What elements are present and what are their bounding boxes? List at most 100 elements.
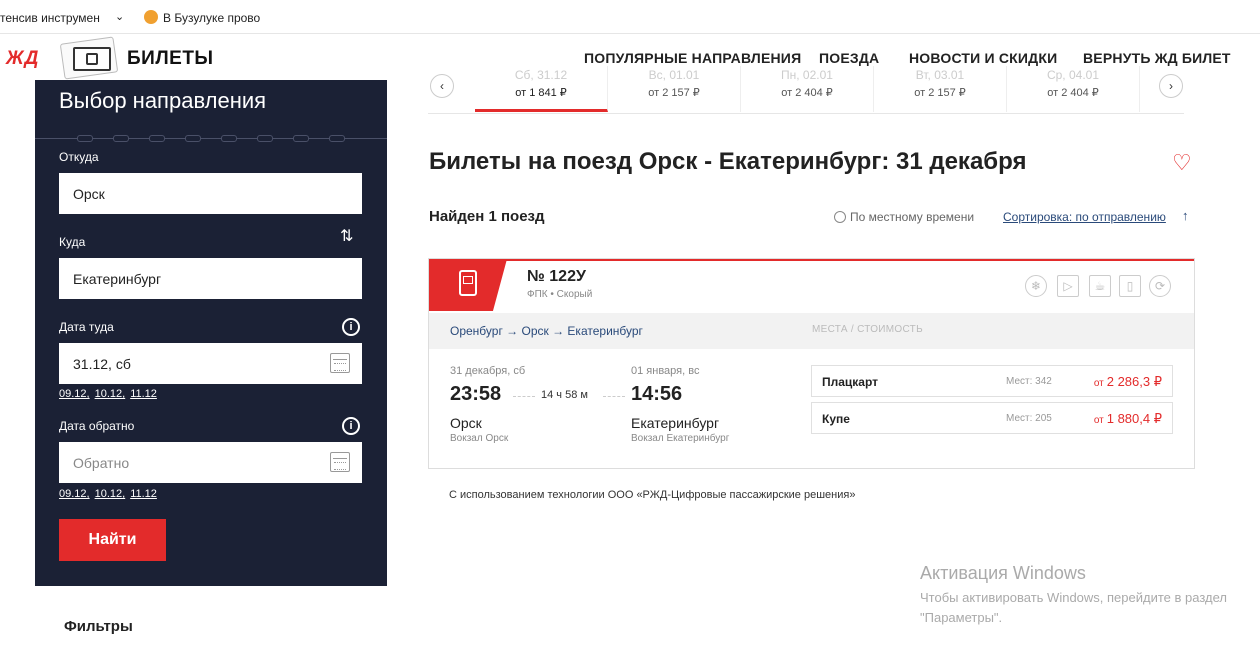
sort-link[interactable]: Сортировка: по отправлению	[1003, 210, 1166, 224]
page-title: Билеты на поезд Орск - Екатеринбург: 31 …	[429, 148, 1027, 175]
divider	[513, 396, 535, 397]
seat-option-platzkart[interactable]: Плацкарт Мест: 342 от 2 286,3 ₽	[811, 365, 1173, 397]
departure-date: 31 декабря, сб	[450, 365, 526, 377]
heart-icon[interactable]: ♡	[1172, 150, 1192, 176]
date-tab[interactable]: Вт, 03.01 от 2 157 ₽	[874, 66, 1007, 112]
info-icon[interactable]: i	[342, 318, 360, 336]
date-tab[interactable]: Вс, 01.01 от 2 157 ₽	[608, 66, 741, 112]
info-icon[interactable]: i	[342, 417, 360, 435]
price-from: от	[1093, 415, 1104, 426]
seat-price-box: от 2 286,3 ₽	[1094, 374, 1162, 390]
route-text[interactable]: Оренбург → Орск → Екатеринбург	[450, 324, 643, 338]
date-tab-day: Ср, 04.01	[1046, 68, 1100, 82]
date-tab-day: Сб, 31.12	[514, 68, 568, 82]
quick-date-link[interactable]: 10.12,	[95, 388, 126, 400]
to-label: Куда	[59, 235, 86, 249]
date-there-label: Дата туда	[59, 320, 114, 334]
transfer-icon: ⟳	[1149, 275, 1171, 297]
climate-icon: ❄	[1025, 275, 1047, 297]
next-arrow-icon[interactable]: ›	[1159, 74, 1183, 98]
date-tab-price: от 2 157 ₽	[914, 87, 966, 99]
arrival-time: 14:56	[631, 383, 683, 405]
favicon-icon	[144, 10, 158, 24]
date-tab[interactable]: Сб, 31.12 от 1 841 ₽	[475, 66, 608, 112]
date-there-input[interactable]: 31.12, сб	[59, 343, 362, 384]
sort-arrow-icon[interactable]: ↑	[1182, 208, 1189, 223]
dates-carousel: ‹ Сб, 31.12 от 1 841 ₽ Вс, 01.01 от 2 15…	[428, 66, 1184, 114]
clock-icon	[834, 211, 846, 223]
sidebar-title: Выбор направления	[59, 88, 267, 113]
bookmarks-bar: тенсив инструмен ⌄ В Бузулуке прово	[0, 0, 1260, 34]
luggage-icon: ▯	[1119, 275, 1141, 297]
date-there-value: 31.12, сб	[73, 355, 131, 372]
seat-count: Мест: 342	[1006, 376, 1052, 387]
nav-popular[interactable]: ПОПУЛЯРНЫЕ НАПРАВЛЕНИЯ	[584, 50, 801, 66]
bookmark-item[interactable]: В Бузулуке прово	[163, 11, 260, 25]
found-count: Найден 1 поезд	[429, 208, 545, 225]
bookmark-item[interactable]: тенсив инструмен	[0, 11, 100, 25]
price-from: от	[1093, 378, 1104, 389]
chevron-down-icon[interactable]: ⌄	[115, 10, 124, 23]
logo-text[interactable]: БИЛЕТЫ	[127, 48, 214, 70]
arrival-city: Екатеринбург	[631, 415, 720, 431]
date-back-label: Дата обратно	[59, 419, 135, 433]
train-card: № 122У ФПК • Скорый ❄ ▷ ☕ ▯ ⟳ Оренбург →…	[428, 258, 1195, 469]
date-tab-day: Пн, 02.01	[781, 68, 833, 82]
divider-notch	[77, 135, 93, 142]
quick-date-link[interactable]: 09.12,	[59, 488, 90, 500]
from-input[interactable]: Орск	[59, 173, 362, 214]
date-tab-price: от 2 157 ₽	[648, 87, 700, 99]
seat-price-box: от 1 880,4 ₽	[1094, 411, 1162, 427]
departure-city: Орск	[450, 415, 482, 431]
date-back-input[interactable]: Обратно	[59, 442, 362, 483]
quick-date-link[interactable]: 10.12,	[95, 488, 126, 500]
seat-type: Купе	[822, 412, 850, 426]
route-bar: Оренбург → Орск → Екатеринбург МЕСТА / С…	[429, 313, 1194, 349]
seat-type: Плацкарт	[822, 375, 879, 389]
trip-duration: 14 ч 58 м	[541, 389, 588, 401]
divider-notch	[185, 135, 201, 142]
windows-activation-text: Чтобы активировать Windows, перейдите в …	[920, 590, 1227, 625]
date-tab[interactable]: Ср, 04.01 от 2 404 ₽	[1007, 66, 1140, 112]
technology-note: С использованием технологии ООО «РЖД-Циф…	[449, 489, 856, 501]
local-time-toggle[interactable]: По местному времени	[834, 210, 974, 224]
date-tab-price: от 1 841 ₽	[515, 87, 567, 99]
from-label: Откуда	[59, 150, 99, 164]
media-icon: ▷	[1057, 275, 1079, 297]
date-tab-price: от 2 404 ₽	[1047, 87, 1099, 99]
arrival-station: Вокзал Екатеринбург	[631, 433, 730, 444]
date-back-placeholder: Обратно	[73, 454, 130, 471]
date-tab-day: Вт, 03.01	[915, 68, 965, 82]
calendar-icon[interactable]	[330, 452, 350, 472]
train-icon	[459, 270, 477, 296]
nav-refund[interactable]: ВЕРНУТЬ ЖД БИЛЕТ	[1083, 50, 1231, 66]
arrival-date: 01 января, вс	[631, 365, 700, 377]
windows-activation-title: Активация Windows	[920, 563, 1086, 583]
divider-notch	[329, 135, 345, 142]
calendar-icon[interactable]	[330, 353, 350, 373]
find-button[interactable]: Найти	[59, 519, 166, 561]
quick-date-link[interactable]: 11.12	[130, 388, 157, 400]
quick-date-link[interactable]: 11.12	[130, 488, 157, 500]
seat-count: Мест: 205	[1006, 413, 1052, 424]
quick-date-link[interactable]: 09.12,	[59, 388, 90, 400]
filters-heading[interactable]: Фильтры	[64, 618, 133, 635]
quick-dates: 09.12, 10.12, 11.12	[59, 388, 162, 400]
divider-notch	[293, 135, 309, 142]
to-input[interactable]: Екатеринбург	[59, 258, 362, 299]
divider-notch	[113, 135, 129, 142]
logo-zd[interactable]: ЖД	[6, 48, 39, 70]
seat-option-kupe[interactable]: Купе Мест: 205 от 1 880,4 ₽	[811, 402, 1173, 434]
train-number[interactable]: № 122У	[527, 268, 586, 286]
nav-news[interactable]: НОВОСТИ И СКИДКИ	[909, 50, 1057, 66]
prev-arrow-icon[interactable]: ‹	[430, 74, 454, 98]
swap-icon[interactable]: ⇅	[340, 226, 353, 246]
seats-header: МЕСТА / СТОИМОСТЬ	[812, 324, 923, 335]
nav-trains[interactable]: ПОЕЗДА	[819, 50, 879, 66]
departure-time: 23:58	[450, 383, 502, 405]
quick-dates-back: 09.12, 10.12, 11.12	[59, 488, 162, 500]
date-tab[interactable]: Пн, 02.01 от 2 404 ₽	[741, 66, 874, 112]
food-icon: ☕	[1089, 275, 1111, 297]
date-tab-day: Вс, 01.01	[648, 68, 700, 82]
train-logo-icon	[86, 53, 98, 65]
